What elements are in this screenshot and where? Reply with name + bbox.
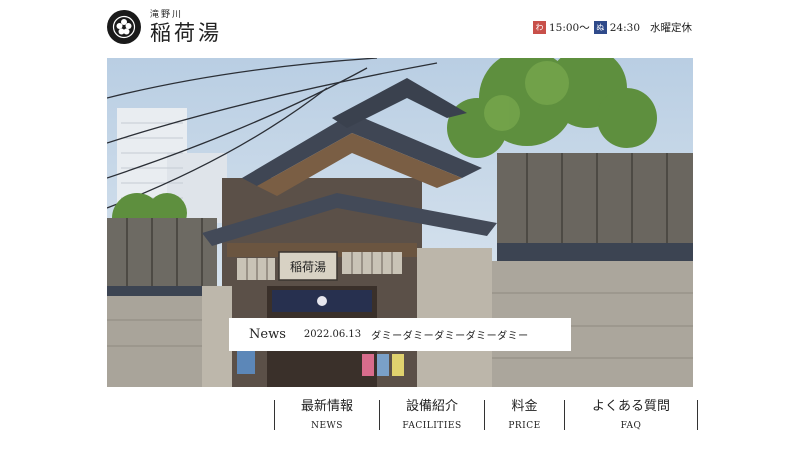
open-badge: わ	[532, 21, 546, 34]
nav-label-en: PRICE	[508, 421, 541, 431]
main-nav: 最新情報 NEWS 設備紹介 FACILITIES 料金 PRICE よくある質…	[274, 399, 698, 431]
site-logo[interactable]: 滝野川 稲荷湯	[107, 10, 222, 44]
news-date: 2022.06.13	[303, 329, 362, 340]
logo-emblem-icon	[107, 10, 141, 44]
nav-label-en: NEWS	[311, 421, 343, 431]
nav-item-facilities[interactable]: 設備紹介 FACILITIES	[379, 399, 484, 431]
open-time: 15:00〜	[548, 22, 590, 34]
nav-label-jp: 料金	[511, 399, 538, 414]
nav-label-jp: 最新情報	[300, 399, 353, 414]
nav-label-jp: よくある質問	[591, 399, 670, 414]
nav-label-en: FACILITIES	[402, 421, 462, 431]
nav-label-en: FAQ	[620, 421, 642, 431]
nav-item-price[interactable]: 料金 PRICE	[484, 399, 564, 431]
brand-name: 稲荷湯	[150, 20, 222, 45]
nav-item-faq[interactable]: よくある質問 FAQ	[564, 399, 698, 431]
nav-label-jp: 設備紹介	[405, 399, 458, 414]
nav-item-news[interactable]: 最新情報 NEWS	[274, 399, 379, 431]
news-title-link[interactable]: ダミーダミーダミーダミーダミー	[371, 327, 529, 342]
business-hours: わ 15:00〜 ぬ 24:30 水曜定休	[532, 20, 692, 35]
news-ticker[interactable]: News 2022.06.13 ダミーダミーダミーダミーダミー	[229, 318, 571, 351]
close-time: 24:30	[609, 21, 640, 34]
closed-day: 水曜定休	[650, 22, 692, 34]
sign-text: 稲荷湯	[290, 260, 326, 274]
news-label: News	[249, 327, 286, 342]
brand-subtitle: 滝野川	[150, 9, 184, 20]
close-badge: ぬ	[593, 21, 607, 34]
